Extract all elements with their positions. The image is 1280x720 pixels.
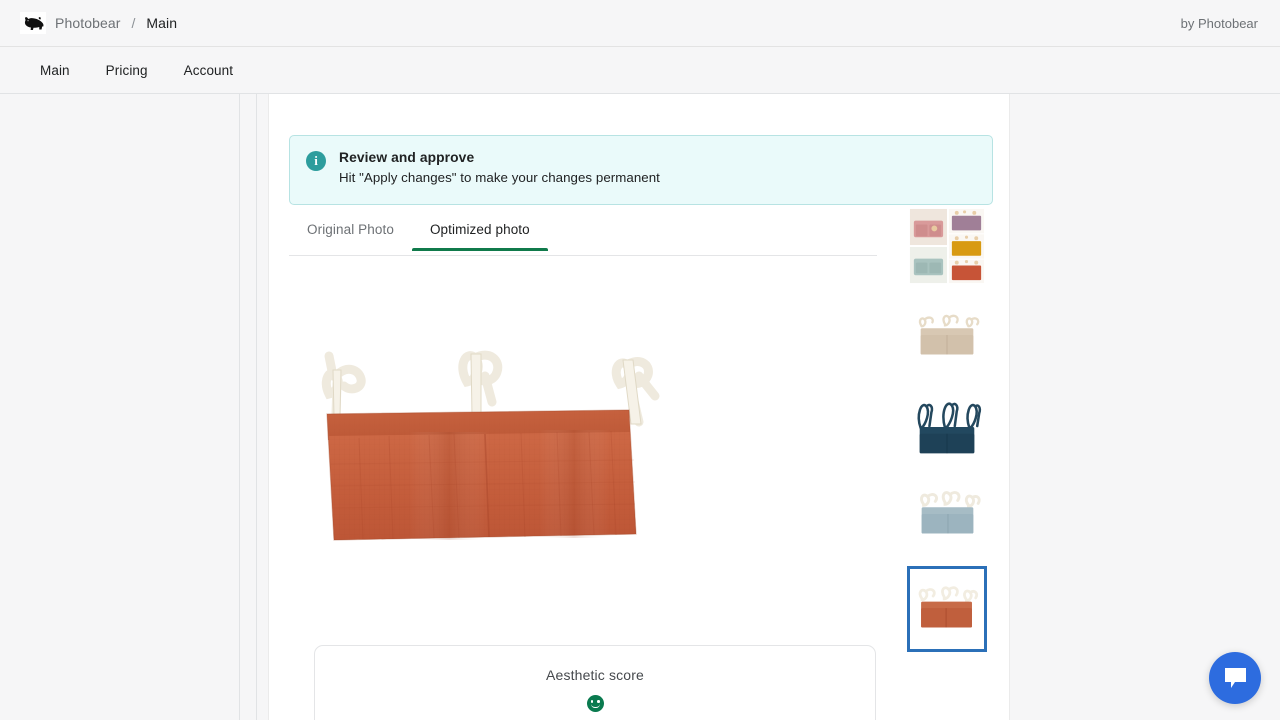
- aesthetic-score-title: Aesthetic score: [546, 667, 644, 683]
- page-body: to replace your existing photos on your …: [0, 94, 1280, 720]
- subnav-item-account[interactable]: Account: [184, 63, 233, 78]
- bear-logo-icon: [20, 12, 46, 34]
- right-rail: [1010, 94, 1280, 720]
- smiley-eye-left: [590, 700, 593, 703]
- subnav-item-main[interactable]: Main: [40, 63, 70, 78]
- byline-label: by Photobear: [1180, 15, 1258, 31]
- subnav-item-pricing[interactable]: Pricing: [106, 63, 148, 78]
- banner-subtitle: Hit "Apply changes" to make your changes…: [339, 170, 660, 185]
- left-rail-divider: [239, 94, 240, 720]
- banner-title: Review and approve: [339, 150, 475, 165]
- thumbnail-strip: [907, 206, 991, 662]
- smiley-eye-right: [597, 700, 600, 703]
- tab-original-photo[interactable]: Original Photo: [289, 218, 412, 250]
- left-rail: [0, 94, 257, 720]
- smiley-mouth: [590, 704, 600, 708]
- aesthetic-score-card: Aesthetic score: [314, 645, 876, 720]
- photo-tabs: Original Photo Optimized photo: [289, 218, 877, 256]
- sub-navigation: Main Pricing Account: [0, 47, 1280, 94]
- top-bar: Photobear / Main by Photobear: [0, 0, 1280, 47]
- breadcrumb-current[interactable]: Main: [146, 15, 177, 31]
- breadcrumb-root[interactable]: Photobear: [55, 15, 121, 31]
- thumbnail-navy-organizer[interactable]: [907, 386, 987, 466]
- thumbnail-beige-organizer[interactable]: [907, 296, 987, 376]
- info-circle-icon: i: [306, 151, 326, 171]
- smiley-face-icon: [586, 695, 604, 712]
- breadcrumb: Photobear / Main: [0, 12, 177, 34]
- thumbnail-terracotta-organizer[interactable]: [907, 566, 987, 652]
- chat-bubble-button[interactable]: [1209, 652, 1261, 704]
- breadcrumb-separator: /: [131, 15, 136, 31]
- review-and-approve-banner: i Review and approve Hit "Apply changes"…: [289, 135, 993, 205]
- tab-optimized-photo[interactable]: Optimized photo: [411, 218, 548, 251]
- hero-product-image[interactable]: [289, 264, 877, 632]
- thumbnail-blue-grey-organizer[interactable]: [907, 476, 987, 556]
- content-card: to replace your existing photos on your …: [268, 94, 1010, 720]
- thumbnail-collage-of-organizers[interactable]: [907, 206, 987, 286]
- chat-bubble-icon: [1224, 667, 1246, 688]
